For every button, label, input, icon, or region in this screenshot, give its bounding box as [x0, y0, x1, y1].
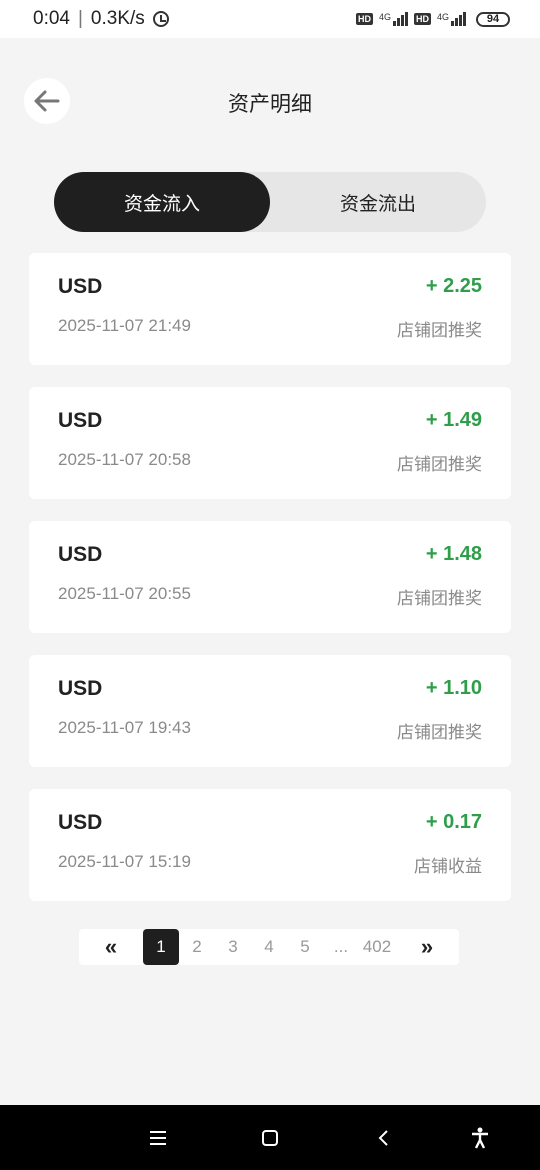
- flow-tabs: 资金流入 资金流出: [54, 172, 486, 232]
- alarm-icon: [152, 11, 169, 27]
- record-datetime: 2025-11-07 21:49: [58, 316, 191, 335]
- last-page-button[interactable]: »: [395, 929, 459, 965]
- list-item[interactable]: USD + 0.17 2025-11-07 15:19 店铺收益: [29, 789, 511, 901]
- amount-value: + 2.25: [425, 275, 482, 297]
- record-datetime: 2025-11-07 15:19: [58, 852, 191, 871]
- record-datetime: 2025-11-07 20:58: [58, 450, 191, 469]
- record-list: USD + 2.25 2025-11-07 21:49 店铺团推奖 USD + …: [29, 253, 511, 923]
- nav-menu-button[interactable]: [138, 1105, 178, 1170]
- page-2-button[interactable]: 2: [179, 929, 215, 965]
- list-item[interactable]: USD + 1.48 2025-11-07 20:55 店铺团推奖: [29, 521, 511, 633]
- page-title: 资产明细: [228, 93, 312, 116]
- menu-icon: [150, 1130, 166, 1145]
- signal-icon-2: 4G: [437, 12, 466, 26]
- chevron-left-icon: [378, 1129, 388, 1146]
- amount-value: + 1.10: [425, 677, 482, 699]
- currency-label: USD: [58, 811, 103, 834]
- record-type: 店铺团推奖: [397, 723, 482, 742]
- nav-back-button[interactable]: [364, 1105, 404, 1170]
- home-square-icon: [262, 1129, 278, 1146]
- hd-badge-1: HD: [355, 13, 373, 25]
- nav-home-button[interactable]: [250, 1105, 290, 1170]
- record-type: 店铺收益: [414, 857, 482, 876]
- accessibility-icon: [472, 1127, 488, 1149]
- list-item[interactable]: USD + 1.49 2025-11-07 20:58 店铺团推奖: [29, 387, 511, 499]
- status-time: 0:04: [33, 8, 70, 29]
- amount-value: + 0.17: [425, 811, 482, 833]
- signal-icon-1: 4G: [379, 12, 408, 26]
- pagination: « 1 2 3 4 5 ... 402 »: [79, 929, 459, 965]
- record-datetime: 2025-11-07 19:43: [58, 718, 191, 737]
- page-5-button[interactable]: 5: [287, 929, 323, 965]
- status-right: HD 4G HD 4G 94: [355, 11, 510, 27]
- tab-inflow[interactable]: 资金流入: [54, 172, 270, 232]
- currency-label: USD: [58, 275, 103, 298]
- status-bar: 0:04 | 0.3K/s HD 4G HD 4G 94: [0, 0, 540, 38]
- network-label-2: 4G: [436, 12, 449, 22]
- record-type: 店铺团推奖: [397, 455, 482, 474]
- currency-label: USD: [58, 677, 103, 700]
- amount-value: + 1.48: [425, 543, 482, 565]
- record-datetime: 2025-11-07 20:55: [58, 584, 191, 603]
- first-page-button[interactable]: «: [79, 929, 143, 965]
- status-speed: 0.3K/s: [90, 8, 145, 29]
- currency-label: USD: [58, 543, 103, 566]
- system-nav-bar: [0, 1105, 540, 1170]
- tab-outflow[interactable]: 资金流出: [270, 172, 486, 232]
- status-left: 0:04 | 0.3K/s: [33, 8, 169, 30]
- list-item[interactable]: USD + 1.10 2025-11-07 19:43 店铺团推奖: [29, 655, 511, 767]
- record-type: 店铺团推奖: [397, 589, 482, 608]
- battery-icon: 94: [476, 11, 510, 27]
- list-item[interactable]: USD + 2.25 2025-11-07 21:49 店铺团推奖: [29, 253, 511, 365]
- network-label-1: 4G: [378, 12, 391, 22]
- page-3-button[interactable]: 3: [215, 929, 251, 965]
- record-type: 店铺团推奖: [397, 321, 482, 340]
- hd-badge-2: HD: [413, 13, 431, 25]
- nav-accessibility-button[interactable]: [460, 1105, 500, 1170]
- header: 资产明细: [0, 38, 540, 168]
- currency-label: USD: [58, 409, 103, 432]
- page-4-button[interactable]: 4: [251, 929, 287, 965]
- page-ellipsis: ...: [323, 929, 359, 965]
- amount-value: + 1.49: [425, 409, 482, 431]
- status-separator: |: [77, 8, 83, 29]
- page-1-button[interactable]: 1: [143, 929, 179, 965]
- last-page-number-button[interactable]: 402: [359, 929, 395, 965]
